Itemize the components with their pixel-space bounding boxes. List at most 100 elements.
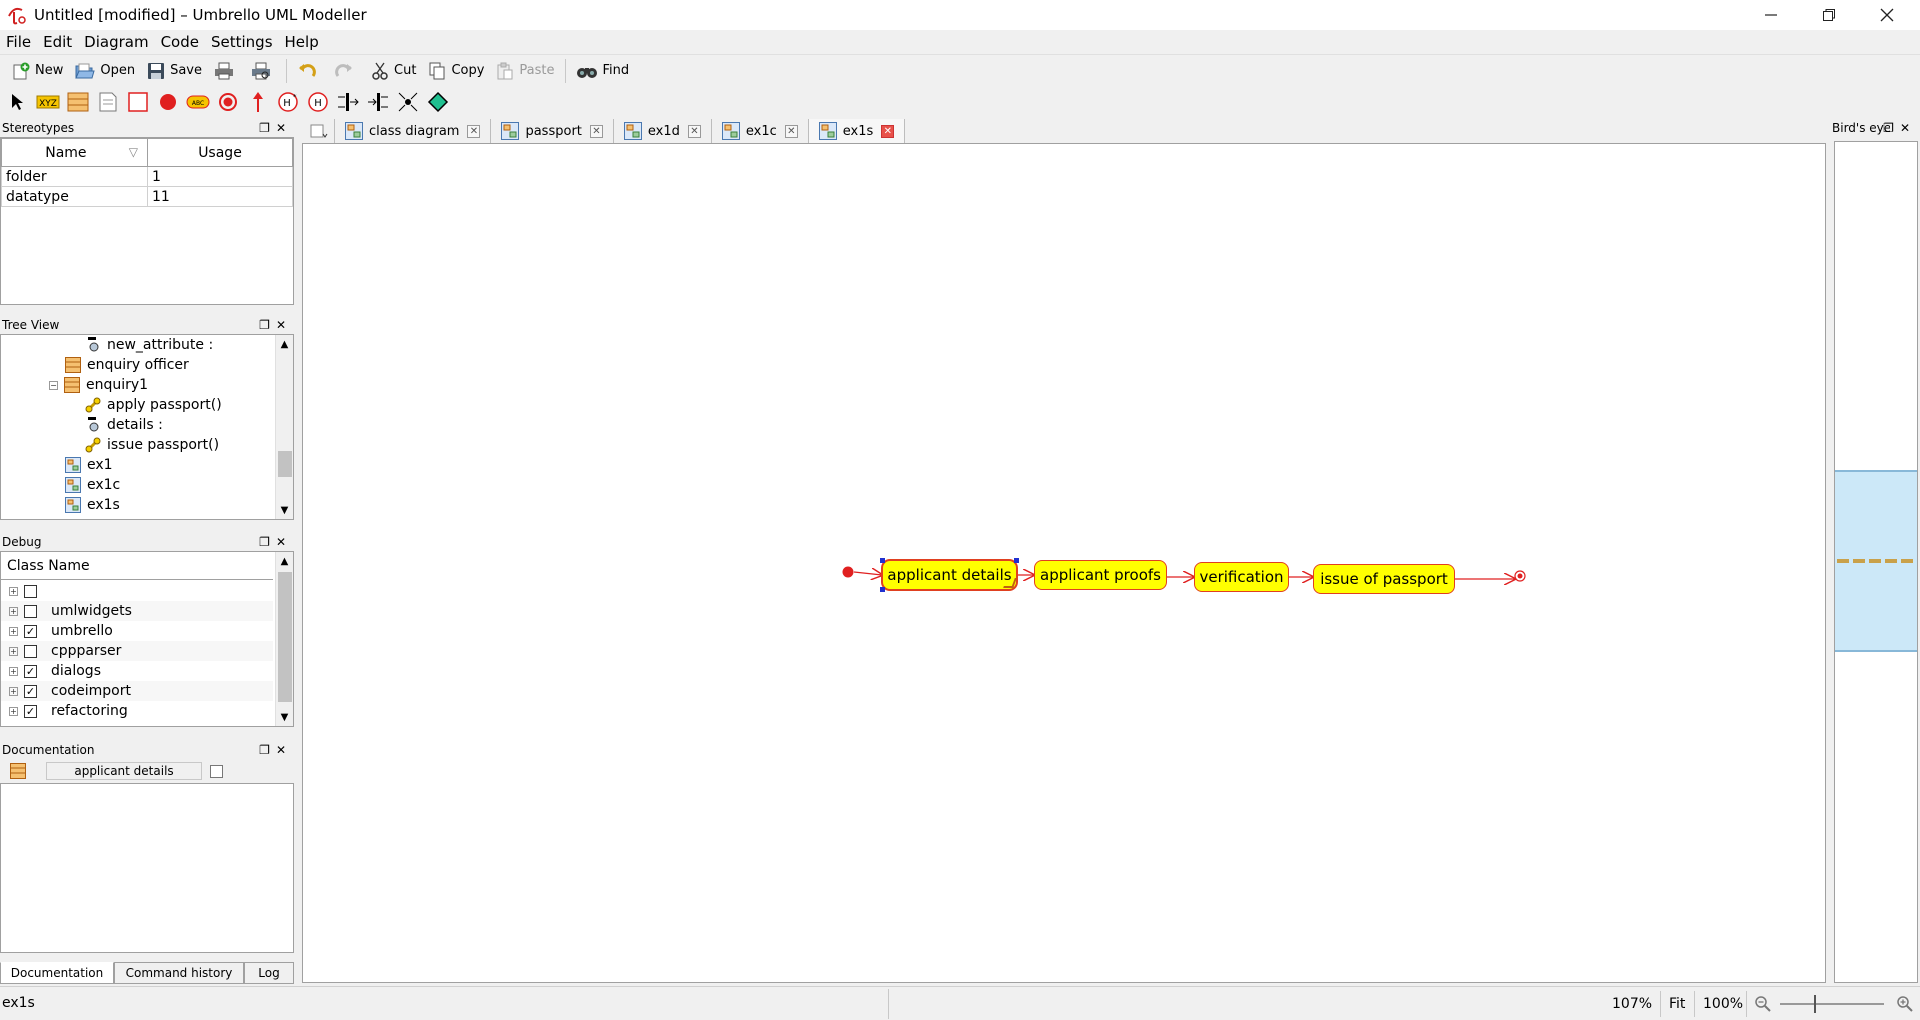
- tab-ex1d[interactable]: ex1d ✕: [613, 119, 712, 143]
- menu-code[interactable]: Code: [155, 30, 205, 54]
- join-tool[interactable]: [336, 90, 360, 114]
- initial-state-tool[interactable]: [156, 90, 180, 114]
- tree-item[interactable]: − enquiry1: [1, 375, 273, 395]
- zoom-100-button[interactable]: 100%: [1694, 991, 1751, 1017]
- tree-item[interactable]: ex1s: [1, 495, 273, 515]
- undo-button[interactable]: [291, 57, 328, 85]
- select-tool[interactable]: [6, 90, 30, 114]
- table-row[interactable]: datatype 11: [1, 186, 293, 207]
- junction-tool[interactable]: [396, 90, 420, 114]
- expand-icon[interactable]: +: [9, 666, 18, 676]
- close-dock-icon[interactable]: ✕: [276, 318, 292, 332]
- fit-button[interactable]: Fit: [1660, 991, 1693, 1017]
- close-tab-icon[interactable]: ✕: [784, 124, 798, 138]
- checkbox[interactable]: [24, 644, 37, 658]
- menu-edit[interactable]: Edit: [37, 30, 78, 54]
- checkbox[interactable]: [24, 604, 37, 618]
- state-node[interactable]: verification: [1194, 562, 1289, 592]
- tree-item[interactable]: ex1: [1, 455, 273, 475]
- menu-settings[interactable]: Settings: [205, 30, 279, 54]
- paste-button[interactable]: Paste: [490, 57, 560, 85]
- close-tab-icon[interactable]: ✕: [881, 124, 895, 138]
- expand-icon[interactable]: +: [9, 706, 18, 716]
- float-icon[interactable]: ❐: [259, 318, 276, 332]
- birds-eye-view[interactable]: [1834, 141, 1918, 983]
- menu-file[interactable]: File: [0, 30, 37, 54]
- scroll-down-icon[interactable]: ▼: [276, 501, 293, 519]
- open-button[interactable]: Open: [69, 57, 141, 85]
- debug-scrollbar[interactable]: ▲ ▼: [275, 552, 293, 726]
- end-state-tool[interactable]: [216, 90, 240, 114]
- coordinate-tool[interactable]: XYZ: [36, 90, 60, 114]
- deep-history-tool[interactable]: H *: [276, 90, 300, 114]
- fork-tool[interactable]: [366, 90, 390, 114]
- checkbox-checked[interactable]: ✓: [24, 684, 37, 698]
- close-tab-icon[interactable]: ✕: [687, 124, 701, 138]
- class-tool[interactable]: [66, 90, 90, 114]
- cut-button[interactable]: Cut: [365, 57, 422, 85]
- selection-handle[interactable]: [880, 558, 885, 563]
- menu-help[interactable]: Help: [279, 30, 325, 54]
- tab-documentation[interactable]: Documentation: [0, 962, 114, 984]
- close-dock-icon[interactable]: ✕: [276, 535, 292, 549]
- zoom-out-button[interactable]: [1752, 993, 1774, 1015]
- tab-log[interactable]: Log: [244, 962, 294, 984]
- tree-item[interactable]: apply passport(): [1, 395, 273, 415]
- redo-button[interactable]: [328, 57, 365, 85]
- checkbox-checked[interactable]: ✓: [24, 624, 37, 638]
- expand-icon[interactable]: +: [9, 626, 18, 636]
- float-icon[interactable]: ❐: [259, 743, 276, 757]
- tab-class-diagram[interactable]: class diagram ✕: [335, 119, 492, 143]
- list-item[interactable]: + ✓ codeimport: [1, 681, 273, 701]
- save-button[interactable]: Save: [141, 57, 208, 85]
- scroll-thumb[interactable]: [278, 572, 292, 702]
- tab-ex1c[interactable]: ex1c ✕: [711, 119, 809, 143]
- state-node[interactable]: applicant proofs: [1034, 560, 1167, 590]
- close-dock-icon[interactable]: ✕: [1900, 121, 1916, 135]
- float-icon[interactable]: ❐: [259, 121, 276, 135]
- tree-item[interactable]: details :: [1, 415, 273, 435]
- shallow-history-tool[interactable]: H: [306, 90, 330, 114]
- collapse-icon[interactable]: −: [49, 380, 58, 390]
- tab-passport[interactable]: passport ✕: [491, 119, 614, 143]
- expand-icon[interactable]: +: [9, 586, 18, 596]
- scroll-up-icon[interactable]: ▲: [276, 552, 293, 570]
- close-dock-icon[interactable]: ✕: [276, 743, 292, 757]
- column-header-usage[interactable]: Usage: [147, 138, 293, 167]
- tree-item[interactable]: new_attribute :: [1, 335, 273, 355]
- expand-icon[interactable]: +: [9, 686, 18, 696]
- scroll-down-icon[interactable]: ▼: [276, 708, 293, 726]
- new-button[interactable]: New: [6, 57, 69, 85]
- list-item[interactable]: + ✓ refactoring: [1, 701, 273, 721]
- documentation-textarea[interactable]: [0, 783, 294, 953]
- table-row[interactable]: folder 1: [1, 166, 293, 187]
- print-preview-button[interactable]: [245, 57, 282, 85]
- close-button[interactable]: [1858, 0, 1916, 30]
- note-tool[interactable]: [96, 90, 120, 114]
- tab-ex1s[interactable]: ex1s ✕: [808, 119, 906, 143]
- box-tool[interactable]: [126, 90, 150, 114]
- expand-icon[interactable]: +: [9, 646, 18, 656]
- find-button[interactable]: Find: [570, 57, 636, 85]
- float-icon[interactable]: ❐: [1883, 121, 1900, 135]
- list-item[interactable]: + ✓ dialogs: [1, 661, 273, 681]
- list-item[interactable]: + ✓ umbrello: [1, 621, 273, 641]
- tab-command-history[interactable]: Command history: [114, 962, 244, 984]
- slider-handle[interactable]: [1814, 995, 1816, 1013]
- resize-grip-icon[interactable]: [1003, 578, 1017, 588]
- close-dock-icon[interactable]: ✕: [276, 121, 292, 135]
- tree-scrollbar[interactable]: ▲ ▼: [275, 335, 293, 519]
- selection-handle[interactable]: [880, 587, 885, 592]
- state-node[interactable]: issue of passport: [1313, 564, 1455, 594]
- minimize-button[interactable]: [1742, 0, 1800, 30]
- scroll-thumb[interactable]: [278, 451, 292, 477]
- transition-arrow[interactable]: [853, 572, 882, 575]
- tree-item[interactable]: ex1c: [1, 475, 273, 495]
- restore-button[interactable]: [1800, 0, 1858, 30]
- column-header-name[interactable]: Name ▽: [1, 138, 148, 167]
- print-button[interactable]: [208, 57, 245, 85]
- diagram-canvas[interactable]: applicant details applicant proofs verif…: [302, 143, 1826, 983]
- checkbox-checked[interactable]: ✓: [24, 664, 37, 678]
- selection-handle[interactable]: [1014, 558, 1019, 563]
- list-item[interactable]: + cppparser: [1, 641, 273, 661]
